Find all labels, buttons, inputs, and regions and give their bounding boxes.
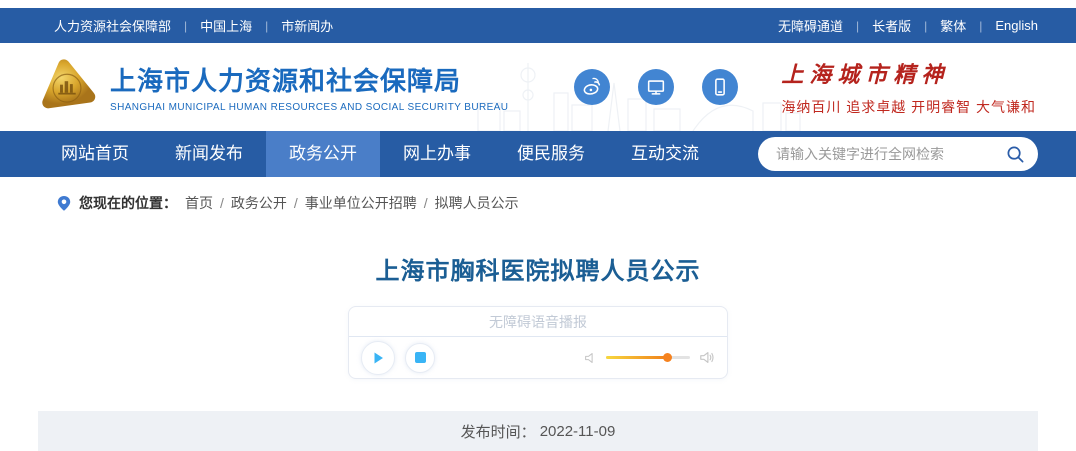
volume-fill <box>606 356 668 359</box>
share-icon-group <box>574 69 739 105</box>
stop-button[interactable] <box>405 342 435 373</box>
nav-item-home[interactable]: 网站首页 <box>38 131 152 177</box>
search-icon[interactable] <box>1006 144 1026 164</box>
breadcrumb-current-page: 拟聘人员公示 <box>434 195 519 211</box>
link-accessibility[interactable]: 无障碍通道 <box>778 16 843 35</box>
publish-info-bar: 发布时间： 2022-11-09 <box>38 411 1038 451</box>
publish-label: 发布时间： <box>460 423 536 441</box>
mobile-icon[interactable] <box>702 69 739 105</box>
link-china-shanghai[interactable]: 中国上海 <box>200 16 252 35</box>
breadcrumb-separator: / <box>220 195 224 211</box>
main-nav: 网站首页 新闻发布 政务公开 网上办事 便民服务 互动交流 <box>0 131 1076 177</box>
breadcrumb-recruitment[interactable]: 事业单位公开招聘 <box>305 193 417 213</box>
play-button[interactable] <box>361 340 395 375</box>
nav-item-public-services[interactable]: 便民服务 <box>494 131 608 177</box>
nav-item-news[interactable]: 新闻发布 <box>152 131 266 177</box>
location-pin-icon <box>57 195 71 211</box>
site-header: 上海市人力资源和社会保障局 SHANGHAI MUNICIPAL HUMAN R… <box>0 43 1076 131</box>
link-traditional-chinese[interactable]: 繁体 <box>940 16 966 35</box>
volume-thumb[interactable] <box>663 353 672 362</box>
breadcrumb-separator: / <box>293 195 298 211</box>
page-top-margin <box>0 0 1076 8</box>
utility-links-right: 无障碍通道 | 长者版 | 繁体 | English <box>778 16 1038 35</box>
link-elderly-version[interactable]: 长者版 <box>872 16 911 35</box>
volume-slider[interactable] <box>606 353 690 362</box>
city-spirit-block: 上海城市精神 海纳百川 追求卓越 开明睿智 大气谦和 <box>781 57 1038 117</box>
volume-control <box>584 350 715 365</box>
separator: | <box>979 18 983 33</box>
brand-block: 上海市人力资源和社会保障局 SHANGHAI MUNICIPAL HUMAN R… <box>110 61 508 113</box>
stop-icon <box>414 352 426 363</box>
breadcrumb: 您现在的位置： 首页 / 政务公开 / 事业单位公开招聘 / 拟聘人员公示 <box>0 177 1076 227</box>
audio-player-label: 无障碍语音播报 <box>349 307 727 337</box>
accessibility-audio-player: 无障碍语音播报 <box>348 306 728 379</box>
site-search <box>758 137 1038 171</box>
site-title[interactable]: 上海市人力资源和社会保障局 <box>110 61 508 98</box>
bureau-logo <box>42 59 96 109</box>
nav-item-gov-disclosure[interactable]: 政务公开 <box>266 131 380 177</box>
city-spirit-slogan: 海纳百川 追求卓越 开明睿智 大气谦和 <box>781 99 1036 115</box>
breadcrumb-gov-disclosure[interactable]: 政务公开 <box>231 193 287 213</box>
breadcrumb-home[interactable]: 首页 <box>185 193 213 213</box>
separator: | <box>184 18 188 33</box>
article-title: 上海市胸科医院拟聘人员公示 <box>375 258 701 285</box>
site-subtitle: SHANGHAI MUNICIPAL HUMAN RESOURCES AND S… <box>110 102 509 113</box>
link-city-news-office[interactable]: 市新闻办 <box>281 16 333 35</box>
city-spirit-title: 上海城市精神 <box>781 62 950 88</box>
breadcrumb-label: 您现在的位置： <box>79 195 177 211</box>
volume-down-icon <box>585 352 593 363</box>
separator: | <box>265 18 269 33</box>
volume-up-icon <box>700 352 714 363</box>
publish-date: 2022-11-09 <box>539 422 616 440</box>
search-input[interactable] <box>776 146 1006 162</box>
separator: | <box>855 18 860 33</box>
utility-bar: 人力资源社会保障部 | 中国上海 | 市新闻办 无障碍通道 | 长者版 | 繁体… <box>0 8 1076 43</box>
separator: | <box>924 18 928 33</box>
nav-item-online-services[interactable]: 网上办事 <box>380 131 494 177</box>
link-mohrss[interactable]: 人力资源社会保障部 <box>54 16 171 35</box>
weibo-icon[interactable] <box>574 69 611 105</box>
desktop-icon[interactable] <box>638 69 675 105</box>
play-icon <box>374 352 383 363</box>
breadcrumb-separator: / <box>423 195 428 211</box>
link-english[interactable]: English <box>995 18 1038 33</box>
nav-item-interaction[interactable]: 互动交流 <box>608 131 722 177</box>
utility-links-left: 人力资源社会保障部 | 中国上海 | 市新闻办 <box>38 16 333 35</box>
